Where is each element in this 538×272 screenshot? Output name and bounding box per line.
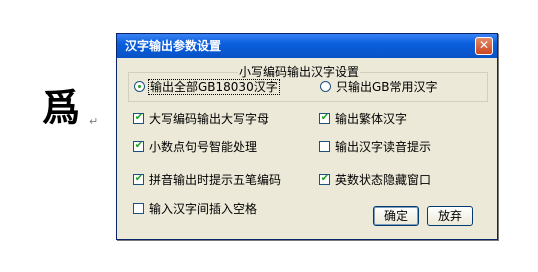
checkbox-uppercase-letters-box[interactable]: ✔: [133, 112, 144, 124]
checkbox-hide-window-box[interactable]: ✔: [319, 173, 330, 185]
document-character: 爲: [42, 85, 81, 130]
ok-button[interactable]: 确定: [373, 206, 419, 226]
checkbox-pronunciation-hint-label: 输出汉字读音提示: [335, 140, 432, 154]
checkbox-traditional-chinese-box[interactable]: ✔: [319, 112, 330, 124]
checkbox-wubi-hint-box[interactable]: ✔: [133, 173, 144, 185]
group-legend: 小写编码输出汉字设置: [238, 65, 361, 79]
radio-selected-dot: [138, 85, 141, 88]
check-mark-icon: ✔: [134, 112, 144, 123]
settings-dialog: 汉字输出参数设置 ✕ 小写编码输出汉字设置 输出全部GB18030汉字 只输出G…: [116, 33, 498, 240]
checkbox-uppercase-letters-label: 大写编码输出大写字母: [149, 112, 270, 126]
checkbox-smart-period-label: 小数点句号智能处理: [149, 140, 258, 154]
checkbox-wubi-hint-label: 拼音输出时提示五笔编码: [149, 173, 282, 187]
radio-common-gb-label: 只输出GB常用汉字: [336, 80, 438, 94]
radio-all-gb18030-circle[interactable]: [134, 81, 145, 92]
radio-common-gb-circle[interactable]: [320, 81, 331, 92]
checkbox-insert-space-label: 输入汉字间插入空格: [149, 202, 258, 216]
check-mark-icon: ✔: [134, 173, 144, 184]
check-mark-icon: ✔: [134, 140, 144, 151]
checkbox-pronunciation-hint-box[interactable]: [319, 141, 330, 152]
close-button[interactable]: ✕: [475, 37, 493, 55]
checkbox-hide-window-label: 英数状态隐藏窗口: [335, 173, 432, 187]
checkbox-insert-space-box[interactable]: [133, 203, 144, 214]
paragraph-mark: ↵: [89, 115, 99, 128]
title-bar[interactable]: 汉字输出参数设置 ✕: [117, 34, 497, 58]
checkbox-smart-period-box[interactable]: ✔: [133, 140, 144, 152]
check-mark-icon: ✔: [320, 112, 330, 123]
check-mark-icon: ✔: [320, 173, 330, 184]
dialog-title: 汉字输出参数设置: [125, 39, 222, 53]
checkbox-traditional-chinese-label: 输出繁体汉字: [335, 112, 408, 126]
cancel-button[interactable]: 放弃: [427, 206, 473, 226]
radio-all-gb18030-label: 输出全部GB18030汉字: [148, 79, 280, 95]
